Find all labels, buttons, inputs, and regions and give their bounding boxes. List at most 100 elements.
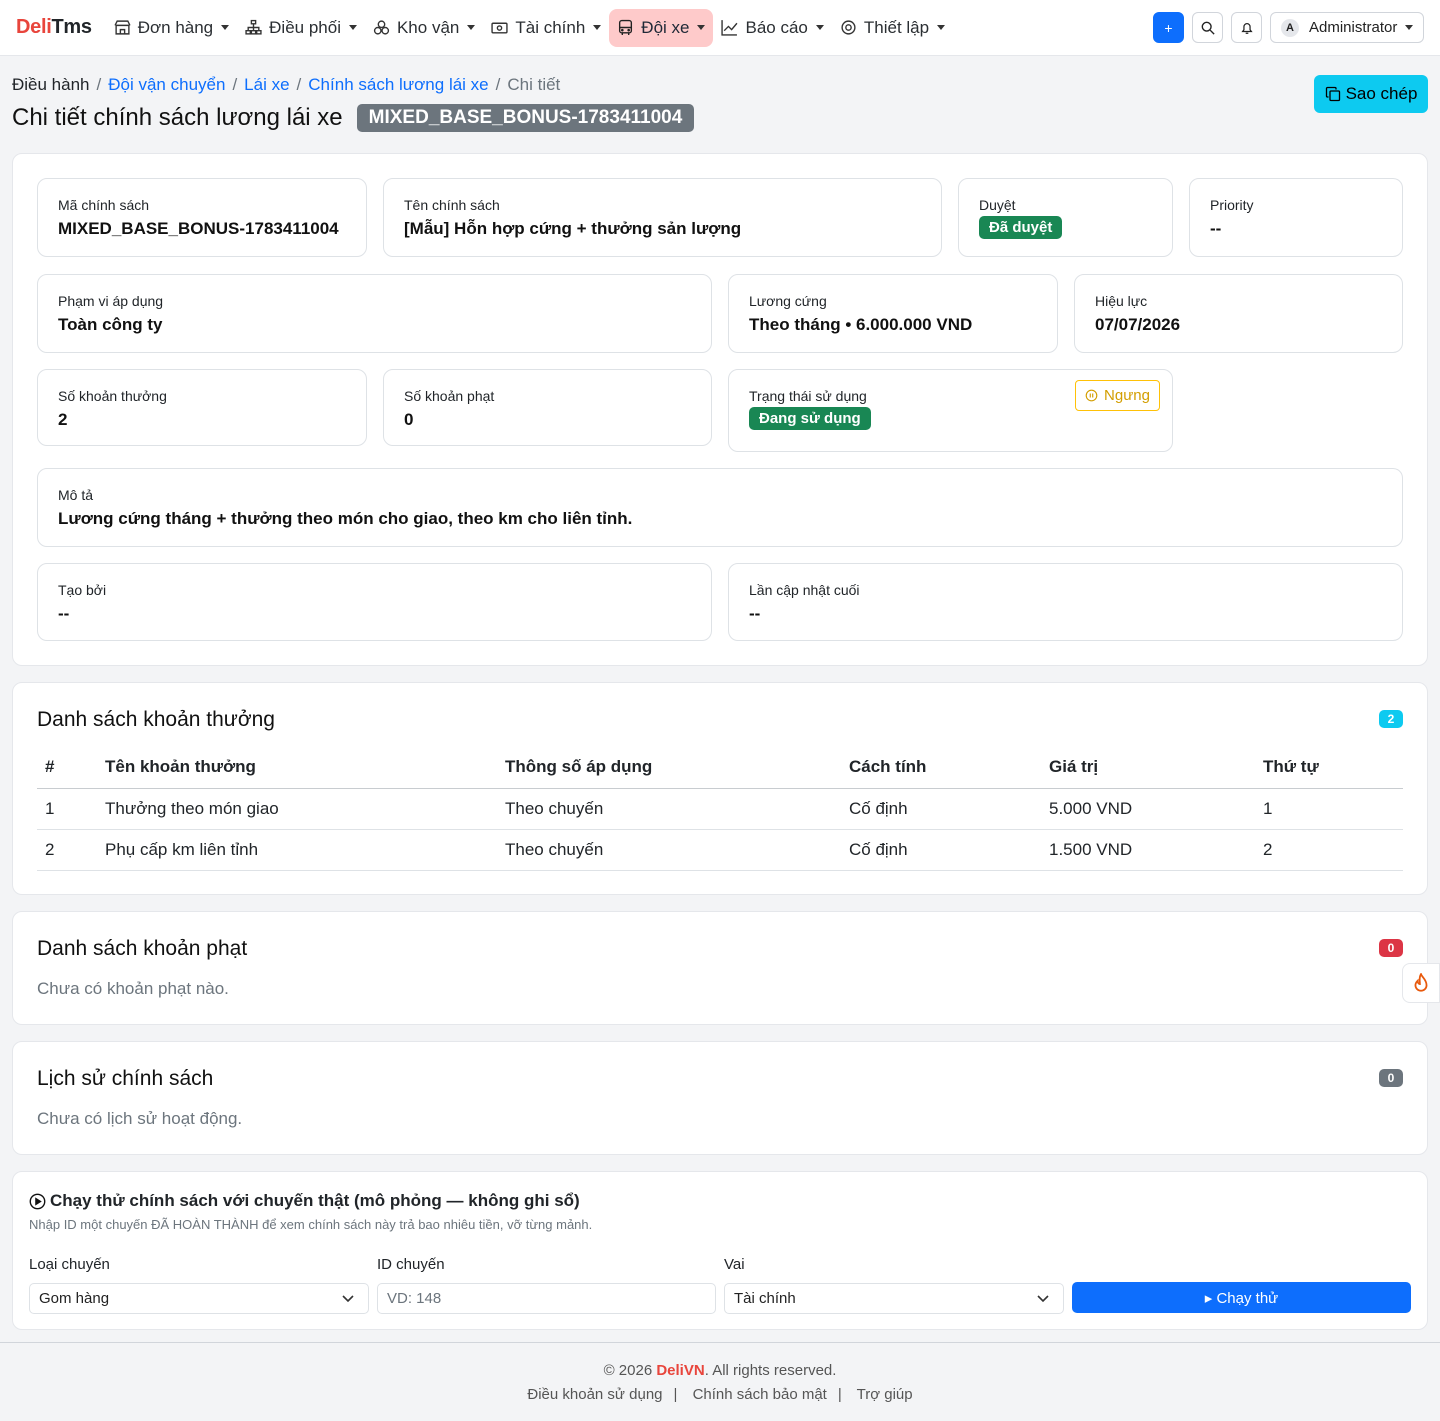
nav-item-fleet[interactable]: Đội xe bbox=[609, 8, 714, 47]
main-menu: Đơn hàng Điều phối Kho vận Tài chính Đội… bbox=[106, 8, 953, 47]
breadcrumb-link-salary-policies[interactable]: Chính sách lương lái xe bbox=[308, 75, 488, 95]
info-priority: Priority -- bbox=[1189, 178, 1403, 257]
count-badge: 0 bbox=[1379, 939, 1403, 957]
history-section: Lịch sử chính sách 0 Chưa có lịch sử hoạ… bbox=[12, 1041, 1428, 1155]
status-badge: Đang sử dụng bbox=[749, 407, 871, 430]
table-cell: 2 bbox=[1255, 829, 1403, 871]
fire-icon bbox=[1414, 973, 1428, 992]
table-header-row: # Tên khoản thưởng Thông số áp dụng Cách… bbox=[37, 747, 1403, 789]
table-cell: 1 bbox=[1255, 788, 1403, 830]
trip-type-field: Loại chuyến Gom hàng bbox=[29, 1256, 369, 1314]
column-header: Tên khoản thưởng bbox=[97, 747, 497, 789]
notifications-button[interactable] bbox=[1231, 12, 1262, 43]
bonus-section: Danh sách khoản thưởng 2 # Tên khoản thư… bbox=[12, 682, 1428, 895]
play-circle-icon bbox=[29, 1193, 46, 1209]
cash-icon bbox=[491, 22, 508, 34]
breadcrumb: Điều hành / Đội vận chuyển / Lái xe / Chính… bbox=[12, 75, 561, 95]
stop-button[interactable]: Ngưng bbox=[1075, 380, 1160, 411]
add-button[interactable]: + bbox=[1153, 12, 1184, 43]
column-header: Cách tính bbox=[841, 747, 1041, 789]
copy-button[interactable]: Sao chép bbox=[1314, 75, 1428, 113]
brand-logo[interactable]: DeliTms bbox=[16, 16, 92, 39]
trip-id-input[interactable]: VD: 148 bbox=[377, 1283, 716, 1314]
footer-links: Điều khoản sử dụng | Chính sách bảo mật | … bbox=[527, 1386, 913, 1403]
search-button[interactable] bbox=[1192, 12, 1223, 43]
nav-item-reports[interactable]: Báo cáo bbox=[713, 9, 831, 47]
copyright: © 2026 DeliVN. All rights reserved. bbox=[603, 1362, 837, 1379]
info-code: Mã chính sách MIXED_BASE_BONUS-1783411004 bbox=[37, 178, 367, 257]
boxes-icon bbox=[373, 20, 390, 35]
chart-line-icon bbox=[721, 20, 738, 36]
info-name: Tên chính sách [Mẫu] Hỗn hợp cứng + thưởn… bbox=[383, 178, 942, 257]
caret-down-icon bbox=[1405, 25, 1413, 30]
section-title: Danh sách khoản thưởng bbox=[37, 708, 275, 731]
avatar: A bbox=[1281, 18, 1299, 37]
trip-type-select[interactable]: Gom hàng bbox=[29, 1283, 369, 1314]
page-header: Chi tiết chính sách lương lái xe MIXED_B… bbox=[12, 75, 1428, 133]
column-header: Thứ tự bbox=[1255, 747, 1403, 789]
column-header: # bbox=[37, 747, 97, 789]
table-cell: Cố định bbox=[841, 829, 1041, 871]
info-effective-date: Hiệu lực 07/07/2026 bbox=[1074, 274, 1403, 353]
caret-down-icon bbox=[593, 25, 602, 30]
simulate-hint: Nhập ID một chuyến ĐÃ HOÀN THÀNH để xem … bbox=[29, 1217, 593, 1232]
plus-icon: + bbox=[1164, 19, 1173, 36]
count-badge: 2 bbox=[1379, 710, 1403, 728]
store-icon bbox=[114, 20, 131, 35]
nav-item-finance[interactable]: Tài chính bbox=[483, 9, 609, 47]
footer: © 2026 DeliVN. All rights reserved. Điều… bbox=[0, 1342, 1440, 1421]
policy-code-badge: MIXED_BASE_BONUS-1783411004 bbox=[356, 104, 695, 132]
info-usage-status: Trạng thái sử dụng Đang sử dụng Ngưng bbox=[728, 369, 1173, 452]
count-badge: 0 bbox=[1379, 1069, 1403, 1087]
info-last-updated: Lần cập nhật cuối -- bbox=[728, 563, 1403, 641]
role-select[interactable]: Tài chính bbox=[724, 1283, 1064, 1314]
table-cell: 5.000 VND bbox=[1041, 788, 1255, 830]
user-menu[interactable]: A Administrator bbox=[1270, 12, 1424, 43]
breadcrumb-current: Chi tiết bbox=[507, 75, 561, 94]
table-cell: Phụ cấp km liên tỉnh bbox=[97, 829, 497, 871]
table-cell: 1 bbox=[37, 788, 97, 830]
status-badge: Đã duyệt bbox=[979, 216, 1063, 239]
bus-icon bbox=[619, 19, 633, 35]
penalty-section: Danh sách khoản phạt 0 Chưa có khoản phạ… bbox=[12, 911, 1428, 1025]
info-penalty-count: Số khoản phạt 0 bbox=[383, 369, 712, 446]
run-simulation-button[interactable]: ▸ Chạy thử bbox=[1072, 1282, 1411, 1313]
trip-id-field: ID chuyến VD: 148 bbox=[377, 1256, 716, 1314]
breadcrumb-link-fleet[interactable]: Đội vận chuyển bbox=[108, 75, 225, 95]
breadcrumb-home: Điều hành bbox=[12, 75, 90, 94]
empty-state: Chưa có khoản phạt nào. bbox=[37, 979, 229, 998]
info-created-by: Tạo bởi -- bbox=[37, 563, 712, 641]
footer-link-help[interactable]: Trợ giúp bbox=[857, 1386, 913, 1403]
table-cell: 1.500 VND bbox=[1041, 829, 1255, 871]
devtools-toggle[interactable] bbox=[1402, 963, 1440, 1003]
nav-actions: + A Administrator bbox=[1153, 12, 1424, 43]
policy-info-card: Mã chính sách MIXED_BASE_BONUS-1783411004… bbox=[12, 153, 1428, 666]
table-cell: Theo chuyến bbox=[497, 788, 841, 830]
table-row: 2 Phụ cấp km liên tỉnh Theo chuyến Cố đị… bbox=[37, 829, 1403, 871]
caret-down-icon bbox=[937, 25, 946, 30]
sitemap-icon bbox=[245, 19, 262, 35]
table-row: 1 Thưởng theo món giao Theo chuyến Cố đị… bbox=[37, 788, 1403, 830]
top-navbar: DeliTms Đơn hàng Điều phối Kho vận Tài c… bbox=[0, 0, 1440, 56]
nav-item-orders[interactable]: Đơn hàng bbox=[106, 9, 237, 47]
bell-icon bbox=[1240, 22, 1253, 34]
nav-item-dispatch[interactable]: Điều phối bbox=[237, 9, 365, 47]
empty-state: Chưa có lịch sử hoạt động. bbox=[37, 1109, 243, 1128]
simulate-section: Chạy thử chính sách với chuyến thật (mô … bbox=[12, 1171, 1428, 1330]
column-header: Giá trị bbox=[1041, 747, 1255, 789]
chevron-down-icon bbox=[1037, 1295, 1049, 1303]
gear-icon bbox=[841, 20, 856, 35]
nav-item-settings[interactable]: Thiết lập bbox=[832, 9, 953, 47]
caret-down-icon bbox=[467, 25, 476, 30]
footer-link-terms[interactable]: Điều khoản sử dụng bbox=[527, 1386, 662, 1403]
user-name: Administrator bbox=[1309, 19, 1398, 36]
footer-link-privacy[interactable]: Chính sách bảo mật bbox=[693, 1386, 827, 1403]
search-icon bbox=[1201, 21, 1215, 35]
caret-down-icon bbox=[221, 25, 230, 30]
page-title: Chi tiết chính sách lương lái xe bbox=[12, 104, 343, 131]
nav-item-warehouse[interactable]: Kho vận bbox=[365, 9, 483, 47]
info-base-salary: Lương cứng Theo tháng • 6.000.000 VND bbox=[728, 274, 1058, 353]
bonus-table: # Tên khoản thưởng Thông số áp dụng Cách… bbox=[37, 747, 1403, 871]
pause-circle-icon bbox=[1085, 389, 1098, 402]
breadcrumb-link-drivers[interactable]: Lái xe bbox=[244, 75, 289, 95]
